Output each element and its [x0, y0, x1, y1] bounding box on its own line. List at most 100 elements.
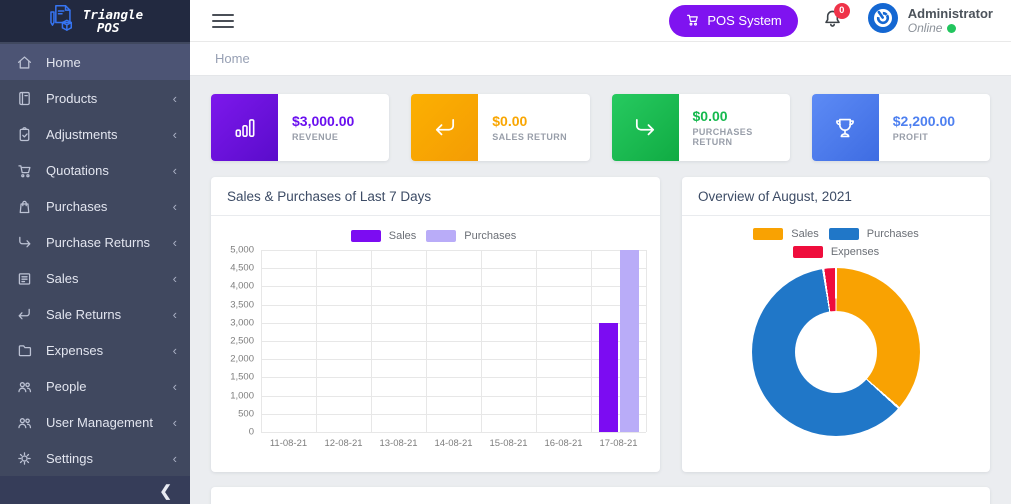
corner-down-left-icon	[15, 305, 33, 323]
chevron-left-icon: ‹	[173, 163, 177, 178]
x-axis-tick-label: 15-08-21	[489, 438, 527, 449]
bar-chart-legend: SalesPurchases	[221, 230, 646, 242]
gridline	[261, 414, 646, 415]
corner-down-right-icon	[15, 233, 33, 251]
sidebar-item-sale-returns[interactable]: Sale Returns ‹	[0, 296, 190, 332]
gridline	[646, 250, 647, 432]
legend-label: Purchases	[867, 228, 919, 240]
corner-down-right-icon	[612, 94, 679, 161]
legend-item-sales: Sales	[753, 228, 819, 240]
sidebar-item-settings[interactable]: Settings‹	[0, 440, 190, 476]
folder-icon	[15, 341, 33, 359]
stat-amount: $2,200.00	[893, 113, 955, 129]
sidebar-item-label: Purchases	[46, 199, 107, 214]
chevron-left-icon: ‹	[173, 379, 177, 394]
sidebar-item-user-management[interactable]: User Management ‹	[0, 404, 190, 440]
stat-label: REVENUE	[292, 132, 354, 142]
legend-label: Sales	[791, 228, 819, 240]
gridline	[261, 250, 646, 251]
user-name: Administrator	[908, 6, 993, 22]
gridline	[536, 250, 537, 432]
pie-chart-title: Overview of August, 2021	[682, 177, 990, 216]
x-axis-tick-label: 14-08-21	[434, 438, 472, 449]
sidebar-item-home[interactable]: Home	[0, 44, 190, 80]
sidebar-item-purchases[interactable]: Purchases‹	[0, 188, 190, 224]
stat-card-profit: $2,200.00 PROFIT	[812, 94, 990, 161]
stat-label: PURCHASES RETURN	[693, 127, 790, 147]
stat-card-purchases-return: $0.00 PURCHASES RETURN	[612, 94, 790, 161]
chevron-left-icon: ‹	[173, 415, 177, 430]
chevron-left-icon: ‹	[173, 91, 177, 106]
legend-label: Purchases	[464, 230, 516, 242]
chevron-left-icon: ‹	[173, 271, 177, 286]
avatar	[867, 2, 899, 39]
bar-chart-icon	[211, 94, 278, 161]
stat-label: PROFIT	[893, 132, 955, 142]
sidebar-item-purchase-returns[interactable]: Purchase Returns‹	[0, 224, 190, 260]
x-axis-tick-label: 13-08-21	[379, 438, 417, 449]
sidebar-item-label: Sale Returns	[46, 307, 121, 322]
online-status-dot	[947, 24, 956, 33]
breadcrumb: Home	[190, 42, 1011, 76]
bar-sales-17-08-21	[599, 323, 618, 432]
sidebar-item-sales[interactable]: Sales‹	[0, 260, 190, 296]
y-axis-tick-label: 3,500	[230, 299, 254, 310]
sidebar-item-label: User Management	[46, 415, 153, 430]
overview-chart-card: Overview of August, 2021 SalesPurchasesE…	[682, 177, 990, 472]
sidebar-item-label: Home	[46, 55, 81, 70]
chevron-left-icon: ‹	[173, 451, 177, 466]
gridline	[261, 377, 646, 378]
x-axis-tick-label: 16-08-21	[544, 438, 582, 449]
sidebar-item-adjustments[interactable]: Adjustments ‹	[0, 116, 190, 152]
sidebar-item-quotations[interactable]: Quotations‹	[0, 152, 190, 188]
user-menu[interactable]: Administrator Online	[867, 2, 993, 39]
notifications-button[interactable]: 0	[822, 8, 843, 34]
x-axis-tick-label: 17-08-21	[599, 438, 637, 449]
sidebar-item-products[interactable]: Products‹	[0, 80, 190, 116]
x-axis-tick-label: 11-08-21	[270, 438, 307, 449]
gridline	[261, 341, 646, 342]
cart-icon	[15, 161, 33, 179]
sidebar-item-people[interactable]: People‹	[0, 368, 190, 404]
y-axis-tick-label: 1,000	[230, 390, 254, 401]
y-axis-tick-label: 4,500	[230, 263, 254, 274]
y-axis-tick-label: 2,000	[230, 354, 254, 365]
gridline	[261, 359, 646, 360]
stat-card-sales-return: $0.00SALES RETURN	[411, 94, 589, 161]
sales-purchases-chart-card: Sales & Purchases of Last 7 Days SalesPu…	[211, 177, 660, 472]
gridline	[261, 268, 646, 269]
app-logo[interactable]: Triangle POS	[0, 0, 190, 42]
users-icon	[15, 413, 33, 431]
menu-toggle-button[interactable]	[212, 10, 234, 32]
app-title: Triangle POS	[83, 8, 143, 34]
donut-hole	[795, 311, 877, 393]
stat-amount: $0.00	[492, 113, 567, 129]
pos-system-button[interactable]: POS System	[669, 5, 797, 37]
gridline	[371, 250, 372, 432]
chevron-left-icon: ‹	[173, 343, 177, 358]
y-axis-tick-label: 0	[249, 427, 254, 438]
bar-chart-title: Sales & Purchases of Last 7 Days	[211, 177, 660, 216]
notification-count-badge: 0	[834, 3, 850, 19]
chevron-left-icon: ‹	[173, 307, 177, 322]
gridline	[481, 250, 482, 432]
legend-swatch	[351, 230, 381, 242]
chevron-left-icon: ‹	[173, 127, 177, 142]
legend-item-purchases: Purchases	[426, 230, 516, 242]
sidebar-item-label: Expenses	[46, 343, 103, 358]
book-icon	[15, 89, 33, 107]
sidebar-item-expenses[interactable]: Expenses ‹	[0, 332, 190, 368]
y-axis-tick-label: 2,500	[230, 336, 254, 347]
gridline	[261, 286, 646, 287]
topbar: POS System 0	[190, 0, 1011, 42]
corner-down-left-icon	[411, 94, 478, 161]
legend-swatch	[426, 230, 456, 242]
clipboard-check-icon	[15, 125, 33, 143]
bottom-card	[211, 487, 990, 504]
sidebar-item-label: Adjustments	[46, 127, 118, 142]
bar-chart-y-axis: 5,0004,5004,0003,5003,0002,5002,0001,500…	[221, 250, 261, 432]
legend-swatch	[793, 246, 823, 258]
sidebar-collapse-button[interactable]: ❮	[0, 476, 190, 504]
stat-amount: $0.00	[693, 108, 790, 124]
cart-icon	[685, 12, 700, 30]
